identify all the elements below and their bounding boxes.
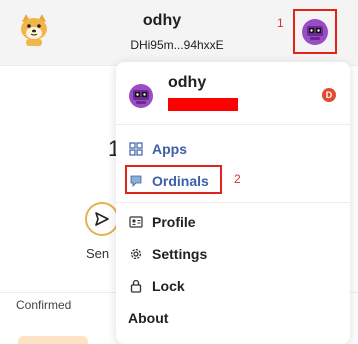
- menu-divider: [116, 202, 350, 203]
- account-avatar-button[interactable]: [293, 9, 337, 54]
- confirmed-tab[interactable]: Confirmed: [16, 298, 71, 312]
- send-arrow-icon: [95, 212, 109, 226]
- chain-badge: D: [322, 88, 336, 102]
- status-chip: [18, 336, 88, 344]
- wallet-address[interactable]: DHi95m...94hxxE: [112, 38, 242, 52]
- menu-item-apps[interactable]: Apps: [128, 138, 187, 160]
- menu-item-label: Lock: [152, 278, 185, 294]
- profile-icon: [128, 214, 144, 230]
- menu-item-settings[interactable]: Settings: [128, 243, 207, 265]
- menu-item-profile[interactable]: Profile: [128, 211, 196, 233]
- menu-avatar-icon: [128, 82, 154, 110]
- account-dropdown-menu: odhy D Apps Ordinals 2 Profile Settings …: [116, 62, 350, 344]
- wallet-name: odhy: [142, 12, 182, 29]
- apps-icon: [128, 141, 144, 157]
- annotation-label-2: 2: [234, 172, 241, 186]
- annotation-label-1: 1: [277, 16, 284, 30]
- redacted-address: [168, 98, 238, 111]
- avatar-icon: [302, 18, 328, 45]
- gear-icon: [128, 246, 144, 262]
- send-label: Sen: [86, 246, 110, 261]
- menu-item-label: About: [128, 310, 169, 326]
- menu-item-label: Settings: [152, 246, 208, 262]
- doge-logo-icon: [18, 12, 50, 48]
- ordinals-highlight-box: [125, 165, 222, 194]
- menu-item-label: Profile: [152, 214, 196, 230]
- lock-icon: [128, 278, 144, 294]
- menu-item-label: Apps: [152, 141, 187, 157]
- wallet-header: odhy DHi95m...94hxxE 1: [0, 0, 358, 66]
- menu-item-lock[interactable]: Lock: [128, 275, 185, 297]
- send-button[interactable]: [85, 202, 119, 236]
- menu-divider: [116, 124, 350, 125]
- menu-item-about[interactable]: About: [128, 307, 168, 329]
- menu-user-name: odhy: [168, 74, 207, 91]
